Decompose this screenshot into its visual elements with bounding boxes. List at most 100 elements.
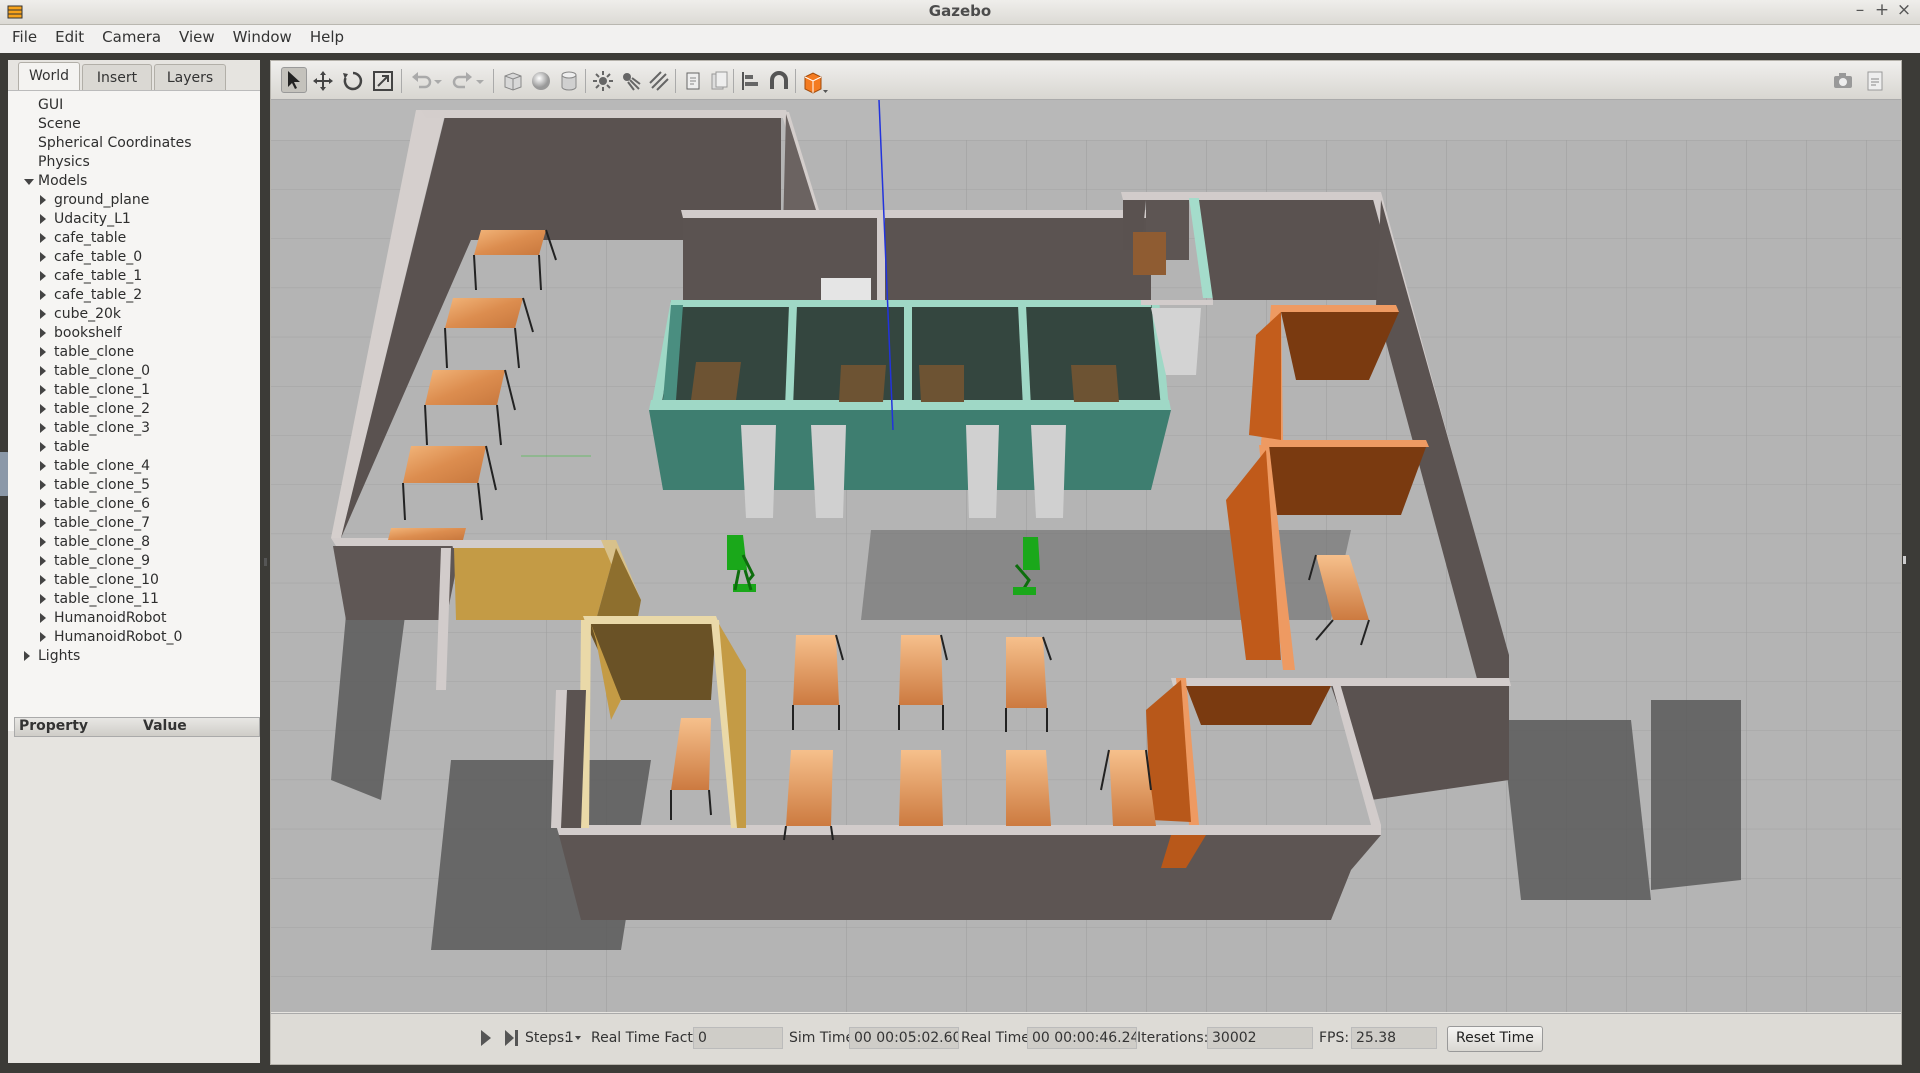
expand-right-icon[interactable] — [40, 575, 46, 585]
real-time-field: 00 00:00:46.241 — [1027, 1027, 1137, 1049]
expand-right-icon[interactable] — [40, 423, 46, 433]
menu-window[interactable]: Window — [227, 25, 298, 46]
expand-right-icon[interactable] — [24, 651, 30, 661]
expand-right-icon[interactable] — [40, 594, 46, 604]
expand-right-icon[interactable] — [40, 290, 46, 300]
tree-item-label: cafe_table_0 — [54, 249, 143, 265]
menu-camera[interactable]: Camera — [96, 25, 167, 46]
fps-label: FPS: — [1319, 1030, 1350, 1046]
expand-right-icon[interactable] — [40, 252, 46, 262]
log-icon[interactable] — [1863, 69, 1887, 93]
tab-layers[interactable]: Layers — [154, 64, 226, 91]
tab-insert[interactable]: Insert — [82, 64, 152, 91]
expand-right-icon[interactable] — [40, 632, 46, 642]
expand-right-icon[interactable] — [40, 518, 46, 528]
toolbar-separator — [795, 69, 796, 93]
box-icon[interactable] — [501, 69, 525, 93]
paste-icon[interactable] — [707, 69, 731, 93]
scale-icon[interactable] — [371, 69, 395, 93]
sphere-icon[interactable] — [529, 69, 553, 93]
left-panel: World Insert Layers GUI Scene Spherical Co… — [8, 60, 267, 1063]
redo-icon[interactable] — [451, 69, 475, 93]
snap-magnet-icon[interactable] — [767, 69, 791, 93]
right-panel-splitter-handle[interactable] — [1903, 556, 1906, 564]
title-bar: Gazebo – + × — [0, 0, 1920, 25]
tree-item-label: Udacity_L1 — [54, 211, 131, 227]
play-icon[interactable] — [479, 1028, 493, 1052]
menu-help[interactable]: Help — [304, 25, 350, 46]
expand-down-icon[interactable] — [24, 179, 34, 185]
expand-right-icon[interactable] — [40, 556, 46, 566]
expand-right-icon[interactable] — [40, 480, 46, 490]
value-column-header: Value — [143, 718, 187, 734]
expand-right-icon[interactable] — [40, 214, 46, 224]
tree-item-label: table — [54, 439, 90, 455]
undo-icon[interactable] — [409, 69, 433, 93]
real-time-label: Real Time: — [961, 1030, 1035, 1046]
select-arrow-icon[interactable] — [281, 67, 307, 93]
expand-right-icon[interactable] — [40, 233, 46, 243]
directional-light-icon[interactable] — [647, 69, 671, 93]
step-icon[interactable] — [503, 1028, 521, 1052]
align-icon[interactable] — [739, 69, 763, 93]
viewport-container: Steps: 1 Real Time Factor: 0 Sim Time: 0… — [186, 60, 1920, 1065]
expand-right-icon[interactable] — [40, 461, 46, 471]
panel-splitter-handle[interactable] — [264, 558, 267, 566]
tree-item-label: table_clone_1 — [54, 382, 151, 398]
window-title: Gazebo — [928, 2, 992, 20]
view-angle-icon[interactable] — [801, 69, 828, 94]
expand-right-icon[interactable] — [40, 537, 46, 547]
maximize-button[interactable]: + — [1872, 0, 1892, 20]
sim-time-field: 00 00:05:02.603 — [849, 1027, 959, 1049]
expand-right-icon[interactable] — [40, 271, 46, 281]
tree-item-label: table_clone_5 — [54, 477, 151, 493]
redo-dropdown-icon[interactable] — [473, 69, 487, 93]
steps-dropdown-icon[interactable] — [575, 1036, 581, 1040]
expand-right-icon[interactable] — [40, 385, 46, 395]
menu-file[interactable]: File — [6, 25, 43, 46]
expand-right-icon[interactable] — [40, 499, 46, 509]
expand-right-icon[interactable] — [40, 613, 46, 623]
tree-item-label: table_clone_4 — [54, 458, 151, 474]
screenshot-icon[interactable] — [1831, 69, 1855, 93]
expand-right-icon[interactable] — [40, 442, 46, 452]
toolbar-separator — [585, 69, 586, 93]
tree-item-label: ground_plane — [54, 192, 150, 208]
toolbar-separator — [733, 69, 734, 93]
tree-item-label: table_clone_8 — [54, 534, 151, 550]
rotate-icon[interactable] — [341, 69, 365, 93]
expand-right-icon[interactable] — [40, 366, 46, 376]
menu-view[interactable]: View — [173, 25, 221, 46]
tree-item-label: HumanoidRobot_0 — [54, 629, 183, 645]
translate-icon[interactable] — [311, 69, 335, 93]
tree-item-label: cube_20k — [54, 306, 121, 322]
tree-item-label: Spherical Coordinates — [38, 135, 192, 151]
minimize-button[interactable]: – — [1850, 0, 1870, 20]
property-table-body — [14, 737, 260, 1063]
steps-value[interactable]: 1 — [565, 1030, 574, 1046]
steps-label: Steps: — [525, 1030, 569, 1046]
menu-edit[interactable]: Edit — [49, 25, 90, 46]
expand-right-icon[interactable] — [40, 309, 46, 319]
expand-right-icon[interactable] — [40, 404, 46, 414]
fps-field: 25.38 — [1351, 1027, 1437, 1049]
expand-right-icon[interactable] — [40, 195, 46, 205]
toolbar-separator — [493, 69, 494, 93]
undo-dropdown-icon[interactable] — [431, 69, 445, 93]
copy-icon[interactable] — [681, 69, 705, 93]
cylinder-icon[interactable] — [557, 69, 581, 93]
tree-item-label: HumanoidRobot — [54, 610, 167, 626]
rtf-field: 0 — [693, 1027, 783, 1049]
point-light-icon[interactable] — [591, 69, 615, 93]
expand-right-icon[interactable] — [40, 328, 46, 338]
tree-item-label: Physics — [38, 154, 90, 170]
expand-right-icon[interactable] — [40, 347, 46, 357]
spot-light-icon[interactable] — [619, 69, 643, 93]
reset-time-button[interactable]: Reset Time — [1447, 1026, 1543, 1052]
tab-world[interactable]: World — [18, 62, 80, 91]
iterations-field: 30002 — [1207, 1027, 1313, 1049]
tree-item-label: table_clone_2 — [54, 401, 151, 417]
world-tree: GUI Scene Spherical Coordinates Physics Mode… — [8, 90, 260, 731]
3d-viewport[interactable] — [186, 99, 1920, 1042]
close-button[interactable]: × — [1894, 0, 1914, 20]
